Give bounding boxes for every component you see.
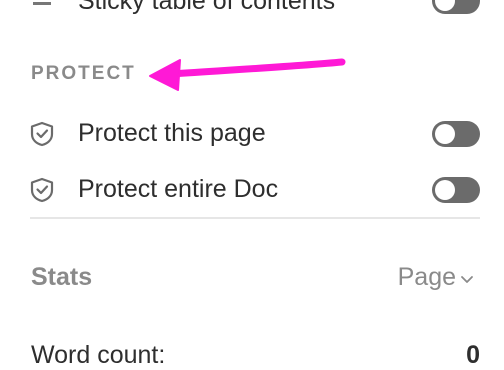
protect-section-header: PROTECT [31, 63, 136, 84]
protect-doc-row[interactable]: Protect entire Doc [0, 174, 504, 214]
word-count-label: Word count: [31, 341, 166, 369]
toggle-knob [435, 124, 455, 144]
protect-page-row[interactable]: Protect this page [0, 118, 504, 158]
sticky-toc-row[interactable]: Sticky table of contents [0, 0, 504, 24]
chevron-down-icon [460, 263, 474, 292]
stats-title: Stats [31, 263, 93, 291]
toggle-knob [435, 0, 455, 11]
section-divider [30, 217, 480, 219]
stats-scope-value: Page [397, 262, 456, 291]
protect-doc-toggle[interactable] [432, 177, 480, 203]
sticky-toc-toggle[interactable] [432, 0, 480, 14]
shield-check-icon [28, 176, 56, 204]
stats-scope-dropdown[interactable]: Page [398, 262, 474, 292]
word-count-value: 0 [466, 341, 480, 369]
protect-doc-label: Protect entire Doc [78, 175, 279, 203]
shield-check-icon [28, 120, 56, 148]
protect-page-toggle[interactable] [432, 121, 480, 147]
sticky-toc-label: Sticky table of contents [78, 0, 336, 15]
toc-list-icon [28, 0, 56, 14]
protect-page-label: Protect this page [78, 119, 266, 147]
toggle-knob [435, 180, 455, 200]
